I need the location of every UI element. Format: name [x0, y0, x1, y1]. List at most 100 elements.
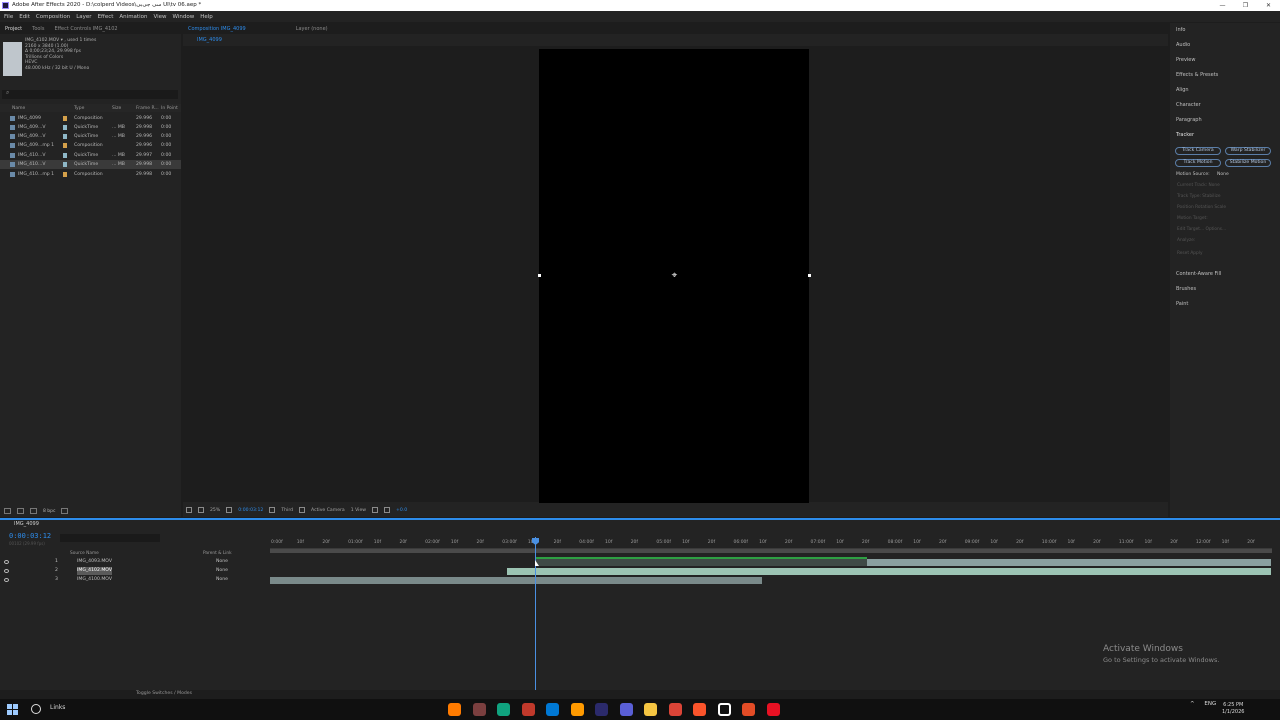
menu-effect[interactable]: Effect	[98, 14, 114, 20]
taskbar-app-icon[interactable]	[546, 703, 559, 716]
taskbar-app-icon[interactable]	[570, 703, 584, 716]
taskbar-app-icon[interactable]	[766, 703, 780, 716]
project-item[interactable]: IMG_4099 Composition 29.996 0:00	[0, 114, 181, 123]
new-folder-icon[interactable]	[17, 508, 24, 514]
timeline-tab[interactable]: IMG_4099	[0, 519, 70, 529]
panel-paint[interactable]: Paint	[1176, 301, 1188, 307]
layer-name[interactable]: IMG_4102.MOV	[77, 567, 112, 575]
zoom-dropdown[interactable]: 25%	[210, 508, 220, 513]
layer-bar-1-before[interactable]	[535, 559, 867, 566]
column-size[interactable]: Size	[112, 106, 121, 111]
taskbar-search-icon[interactable]	[31, 704, 41, 714]
menu-help[interactable]: Help	[200, 14, 213, 20]
interpret-footage-icon[interactable]	[4, 508, 11, 514]
project-item[interactable]: IMG_410...mp 1 Composition 29.998 0:00	[0, 170, 181, 179]
taskbar-links-toolbar[interactable]: Links	[50, 704, 65, 711]
panel-audio[interactable]: Audio	[1176, 42, 1190, 48]
layer-name[interactable]: IMG_4093.MOV	[77, 558, 112, 566]
track-motion-button[interactable]: Track Motion	[1175, 159, 1221, 167]
project-search-input[interactable]: ⌕	[2, 89, 178, 99]
views-dropdown[interactable]: 1 View	[351, 508, 366, 513]
always-preview-icon[interactable]	[186, 507, 192, 513]
resolution-dropdown[interactable]: Third	[281, 508, 293, 513]
visibility-eye-icon[interactable]	[4, 578, 9, 582]
layer-row[interactable]: 1 IMG_4093.MOV None	[0, 558, 268, 566]
taskbar-app-icon[interactable]	[521, 703, 535, 716]
flowchart-icon[interactable]	[384, 507, 391, 513]
tray-chevron-icon[interactable]: ^	[1190, 701, 1195, 707]
layer-bar-1[interactable]	[867, 559, 1271, 566]
column-in-point[interactable]: In Point	[161, 106, 178, 111]
camera-dropdown[interactable]: Active Camera	[311, 508, 345, 513]
tab-project[interactable]: Project	[0, 26, 27, 32]
work-area-bar[interactable]	[270, 549, 1272, 553]
project-item[interactable]: IMG_410...V QuickTime ... MB 29.997 0:00	[0, 151, 181, 160]
transform-handle[interactable]	[808, 274, 811, 277]
menu-layer[interactable]: Layer	[76, 14, 91, 20]
viewer-timecode[interactable]: 0:00:03:12	[238, 508, 263, 513]
tab-composition[interactable]: Composition IMG_4099	[183, 26, 251, 32]
panel-brushes[interactable]: Brushes	[1176, 286, 1196, 292]
visibility-eye-icon[interactable]	[4, 569, 9, 573]
tab-tools[interactable]: Tools	[27, 26, 49, 32]
column-source-name[interactable]: Source Name	[70, 551, 99, 556]
panel-tracker[interactable]: Tracker	[1176, 132, 1194, 138]
menu-composition[interactable]: Composition	[36, 14, 70, 20]
snapshot-icon[interactable]	[269, 507, 276, 513]
taskbar-clock[interactable]: 6:25 PM 1/1/2026	[1222, 702, 1244, 716]
region-icon[interactable]	[226, 507, 233, 513]
bpc-button[interactable]: 8 bpc	[43, 509, 55, 514]
anchor-point-icon[interactable]: ⌖	[669, 270, 680, 281]
stabilize-motion-button[interactable]: Stabilize Motion	[1225, 159, 1271, 167]
layer-name[interactable]: IMG_4100.MOV	[77, 576, 112, 584]
column-frame-rate[interactable]: Frame R...	[136, 106, 159, 111]
close-button[interactable]: ✕	[1257, 0, 1280, 11]
track-camera-button[interactable]: Track Camera	[1175, 147, 1221, 155]
layer-bar-2[interactable]	[507, 568, 1271, 575]
grid-icon[interactable]	[198, 507, 204, 513]
timeline-search-input[interactable]	[60, 534, 160, 542]
layer-row-selected[interactable]: 2 IMG_4102.MOV None	[0, 567, 268, 575]
taskbar-app-icon[interactable]	[619, 703, 633, 716]
fast-preview-icon[interactable]	[372, 507, 379, 513]
transform-handle[interactable]	[538, 274, 541, 277]
menu-window[interactable]: Window	[173, 14, 195, 20]
visibility-eye-icon[interactable]	[4, 560, 9, 564]
menu-file[interactable]: File	[4, 14, 13, 20]
taskbar-app-icon[interactable]	[595, 703, 608, 716]
taskbar-app-icon[interactable]	[448, 703, 461, 716]
taskbar-app-icon[interactable]	[742, 703, 755, 716]
column-parent-link[interactable]: Parent & Link	[203, 551, 232, 556]
taskbar-app-icon[interactable]	[472, 703, 486, 716]
exposure-value[interactable]: +0.0	[396, 508, 407, 513]
column-type[interactable]: Type	[74, 106, 84, 111]
parent-dropdown[interactable]: None	[216, 567, 228, 575]
windows-start-icon[interactable]	[7, 704, 18, 715]
tab-layer[interactable]: Layer (none)	[291, 26, 333, 32]
taskbar-app-icon[interactable]	[668, 703, 682, 716]
new-composition-icon[interactable]	[30, 508, 37, 514]
menu-animation[interactable]: Animation	[119, 14, 147, 20]
trash-icon[interactable]	[61, 508, 69, 514]
minimize-button[interactable]: —	[1211, 0, 1234, 11]
breadcrumb-comp[interactable]: IMG_4099	[197, 37, 222, 43]
taskbar-app-icon[interactable]	[693, 703, 706, 716]
layer-row[interactable]: 3 IMG_4100.MOV None	[0, 576, 268, 584]
toggle-switches-modes-button[interactable]: Toggle Switches / Modes	[136, 691, 192, 696]
project-item[interactable]: IMG_409...mp 1 Composition 29.996 0:00	[0, 141, 181, 150]
parent-dropdown[interactable]: None	[216, 558, 228, 566]
panel-paragraph[interactable]: Paragraph	[1176, 117, 1202, 123]
panel-preview[interactable]: Preview	[1176, 57, 1195, 63]
panel-character[interactable]: Character	[1176, 102, 1201, 108]
project-item[interactable]: IMG_409...V QuickTime ... MB 29.996 0:00	[0, 132, 181, 141]
column-name[interactable]: Name	[12, 106, 25, 111]
panel-align[interactable]: Align	[1176, 87, 1189, 93]
transparency-grid-icon[interactable]	[299, 507, 306, 513]
panel-effects-presets[interactable]: Effects & Presets	[1176, 72, 1218, 78]
taskbar-app-icon[interactable]	[717, 703, 731, 716]
panel-info[interactable]: Info	[1176, 27, 1185, 33]
project-item[interactable]: IMG_409...V QuickTime ... MB 29.998 0:00	[0, 123, 181, 132]
menu-edit[interactable]: Edit	[19, 14, 30, 20]
panel-content-aware-fill[interactable]: Content-Aware Fill	[1176, 271, 1221, 277]
motion-source-dropdown[interactable]: None	[1217, 172, 1229, 177]
